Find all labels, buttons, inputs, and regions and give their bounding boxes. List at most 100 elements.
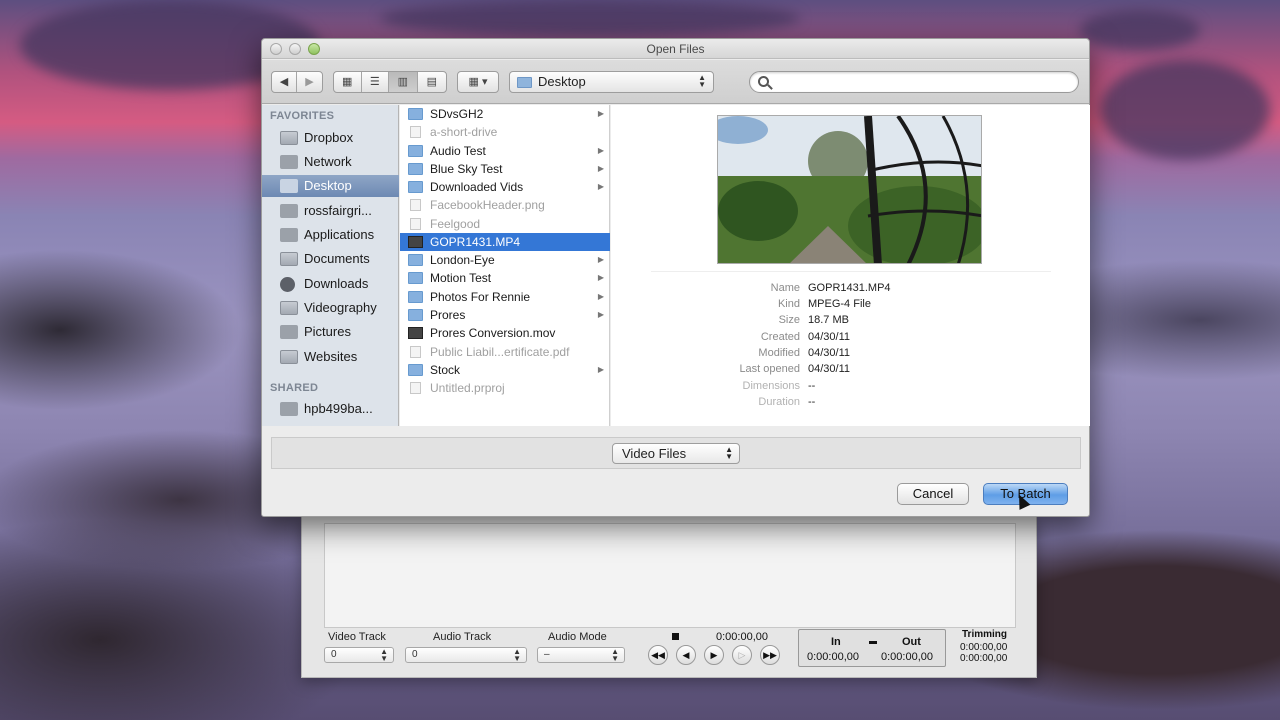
meta-row-size: Size 18.7 MB <box>611 314 1090 330</box>
icon-view-icon[interactable]: ▦ <box>334 72 362 92</box>
video-track-popup[interactable]: 0 ▲ ▼ <box>324 647 394 663</box>
sidebar-item-label: Desktop <box>304 178 352 193</box>
file-name: Prores Conversion.mov <box>430 326 556 340</box>
sidebar-header-shared: SHARED <box>270 382 319 394</box>
stop-icon[interactable] <box>672 633 679 640</box>
forward-arrow-icon[interactable]: ▶ <box>297 72 322 92</box>
video-thumbnail <box>717 115 982 264</box>
sidebar-item-dropbox[interactable]: Dropbox <box>262 127 399 149</box>
document-icon <box>410 199 421 211</box>
arrange-button[interactable]: ▦ ▾ <box>457 71 499 93</box>
coverflow-view-icon[interactable]: ▤ <box>418 72 446 92</box>
sidebar-item-label: Videography <box>304 300 377 315</box>
file-name: GOPR1431.MP4 <box>430 235 521 249</box>
audio-mode-label: Audio Mode <box>548 631 607 643</box>
view-mode-control: ▦ ☰ ▥ ▤ <box>333 71 447 93</box>
folder-icon <box>408 272 423 284</box>
cancel-button[interactable]: Cancel <box>897 483 969 505</box>
file-column: SDvsGH2 ▶ a-short-drive Audio Test ▶ Blue … <box>400 105 610 426</box>
sidebar-item-network[interactable]: Network <box>262 151 399 173</box>
file-row-selected[interactable]: GOPR1431.MP4 <box>400 233 610 251</box>
in-time: 0:00:00,00 <box>807 651 859 663</box>
file-name: Motion Test <box>430 271 492 285</box>
sidebar-item-home[interactable]: rossfairgri... <box>262 200 399 222</box>
meta-row-name: Name GOPR1431.MP4 <box>611 282 1090 298</box>
column-view-icon[interactable]: ▥ <box>389 72 418 92</box>
sidebar-item-label: Dropbox <box>304 130 354 145</box>
sidebar-item-applications[interactable]: Applications <box>262 224 399 246</box>
folder-icon <box>517 77 532 88</box>
background-app-window: Video Track 0 ▲ ▼ Audio Track 0 ▲ ▼ Audio … <box>301 516 1037 678</box>
disclosure-arrow-icon: ▶ <box>597 109 604 118</box>
file-name: Untitled.prproj <box>430 381 505 395</box>
back-arrow-icon[interactable]: ◀ <box>272 72 298 92</box>
audio-track-label: Audio Track <box>433 631 492 643</box>
sidebar-item-label: Websites <box>304 349 358 364</box>
meta-value: 04/30/11 <box>808 363 851 375</box>
fast-forward-button[interactable]: ▶▶ <box>760 645 780 665</box>
meta-key: Modified <box>758 347 800 359</box>
file-row[interactable]: Feelgood <box>400 215 610 233</box>
meta-value: MPEG-4 File <box>808 298 871 310</box>
sidebar-item-videography[interactable]: Videography <box>262 297 399 319</box>
meta-value: 04/30/11 <box>808 331 851 343</box>
title-bar: Open Files <box>262 39 1089 59</box>
meta-key: Kind <box>777 298 800 310</box>
disclosure-arrow-icon: ▶ <box>597 182 604 191</box>
file-row[interactable]: Downloaded Vids ▶ <box>400 178 610 196</box>
meta-row-modified: Modified 04/30/11 <box>611 347 1090 363</box>
documents-icon <box>280 252 298 266</box>
folder-icon <box>408 163 423 175</box>
popup-arrows-icon: ▲ ▼ <box>725 445 733 461</box>
video-track-label: Video Track <box>328 631 386 643</box>
sidebar-item-websites[interactable]: Websites <box>262 346 399 368</box>
sidebar-item-documents[interactable]: Documents <box>262 248 399 270</box>
computer-icon <box>280 402 298 416</box>
current-time: 0:00:00,00 <box>716 631 768 643</box>
file-row[interactable]: Blue Sky Test ▶ <box>400 160 610 178</box>
file-row[interactable]: Untitled.prproj <box>400 379 610 397</box>
file-row[interactable]: FacebookHeader.png <box>400 196 610 214</box>
file-row[interactable]: Audio Test ▶ <box>400 142 610 160</box>
sidebar-item-pictures[interactable]: Pictures <box>262 321 399 343</box>
meta-key: Dimensions <box>742 380 800 392</box>
file-row[interactable]: Motion Test ▶ <box>400 269 610 287</box>
sidebar-item-desktop[interactable]: Desktop <box>262 175 399 197</box>
meta-value: 18.7 MB <box>808 314 849 326</box>
popup-arrows-icon: ▲ ▼ <box>380 647 388 663</box>
meta-row-last-opened: Last opened 04/30/11 <box>611 363 1090 379</box>
step-forward-button[interactable]: ▷ <box>732 645 752 665</box>
meta-key: Name <box>770 282 800 294</box>
meta-key: Duration <box>758 396 800 408</box>
file-type-popup[interactable]: Video Files ▲ ▼ <box>612 443 740 464</box>
file-row[interactable]: Stock ▶ <box>400 361 610 379</box>
file-row[interactable]: London-Eye ▶ <box>400 251 610 269</box>
path-popup[interactable]: Desktop ▲ ▼ <box>509 71 714 93</box>
list-view-icon[interactable]: ☰ <box>362 72 390 92</box>
search-input[interactable] <box>776 74 1066 90</box>
sidebar-item-shared-computer[interactable]: hpb499ba... <box>262 398 399 420</box>
audio-track-popup[interactable]: 0 ▲ ▼ <box>405 647 527 663</box>
sidebar-item-downloads[interactable]: Downloads <box>262 273 399 295</box>
sidebar-item-label: Pictures <box>304 324 351 339</box>
disclosure-arrow-icon: ▶ <box>597 146 604 155</box>
play-button[interactable]: ▶ <box>704 645 724 665</box>
meta-key: Size <box>778 314 800 326</box>
disclosure-arrow-icon: ▶ <box>597 310 604 319</box>
file-row[interactable]: Prores ▶ <box>400 306 610 324</box>
folder-icon <box>280 350 298 364</box>
in-label: In <box>831 636 841 648</box>
file-row[interactable]: Public Liabil...ertificate.pdf <box>400 343 610 361</box>
step-back-button[interactable]: ◀ <box>676 645 696 665</box>
dialog-title: Open Files <box>646 42 705 56</box>
rewind-button[interactable]: ◀◀ <box>648 645 668 665</box>
downloads-icon <box>280 277 295 292</box>
file-row[interactable]: a-short-drive <box>400 123 610 141</box>
audio-mode-popup[interactable]: – ▲ ▼ <box>537 647 625 663</box>
file-row[interactable]: SDvsGH2 ▶ <box>400 105 610 123</box>
out-label: Out <box>902 636 921 648</box>
file-row[interactable]: Prores Conversion.mov <box>400 324 610 342</box>
file-row[interactable]: Photos For Rennie ▶ <box>400 288 610 306</box>
audio-mode-value: – <box>544 649 550 660</box>
meta-row-created: Created 04/30/11 <box>611 331 1090 347</box>
